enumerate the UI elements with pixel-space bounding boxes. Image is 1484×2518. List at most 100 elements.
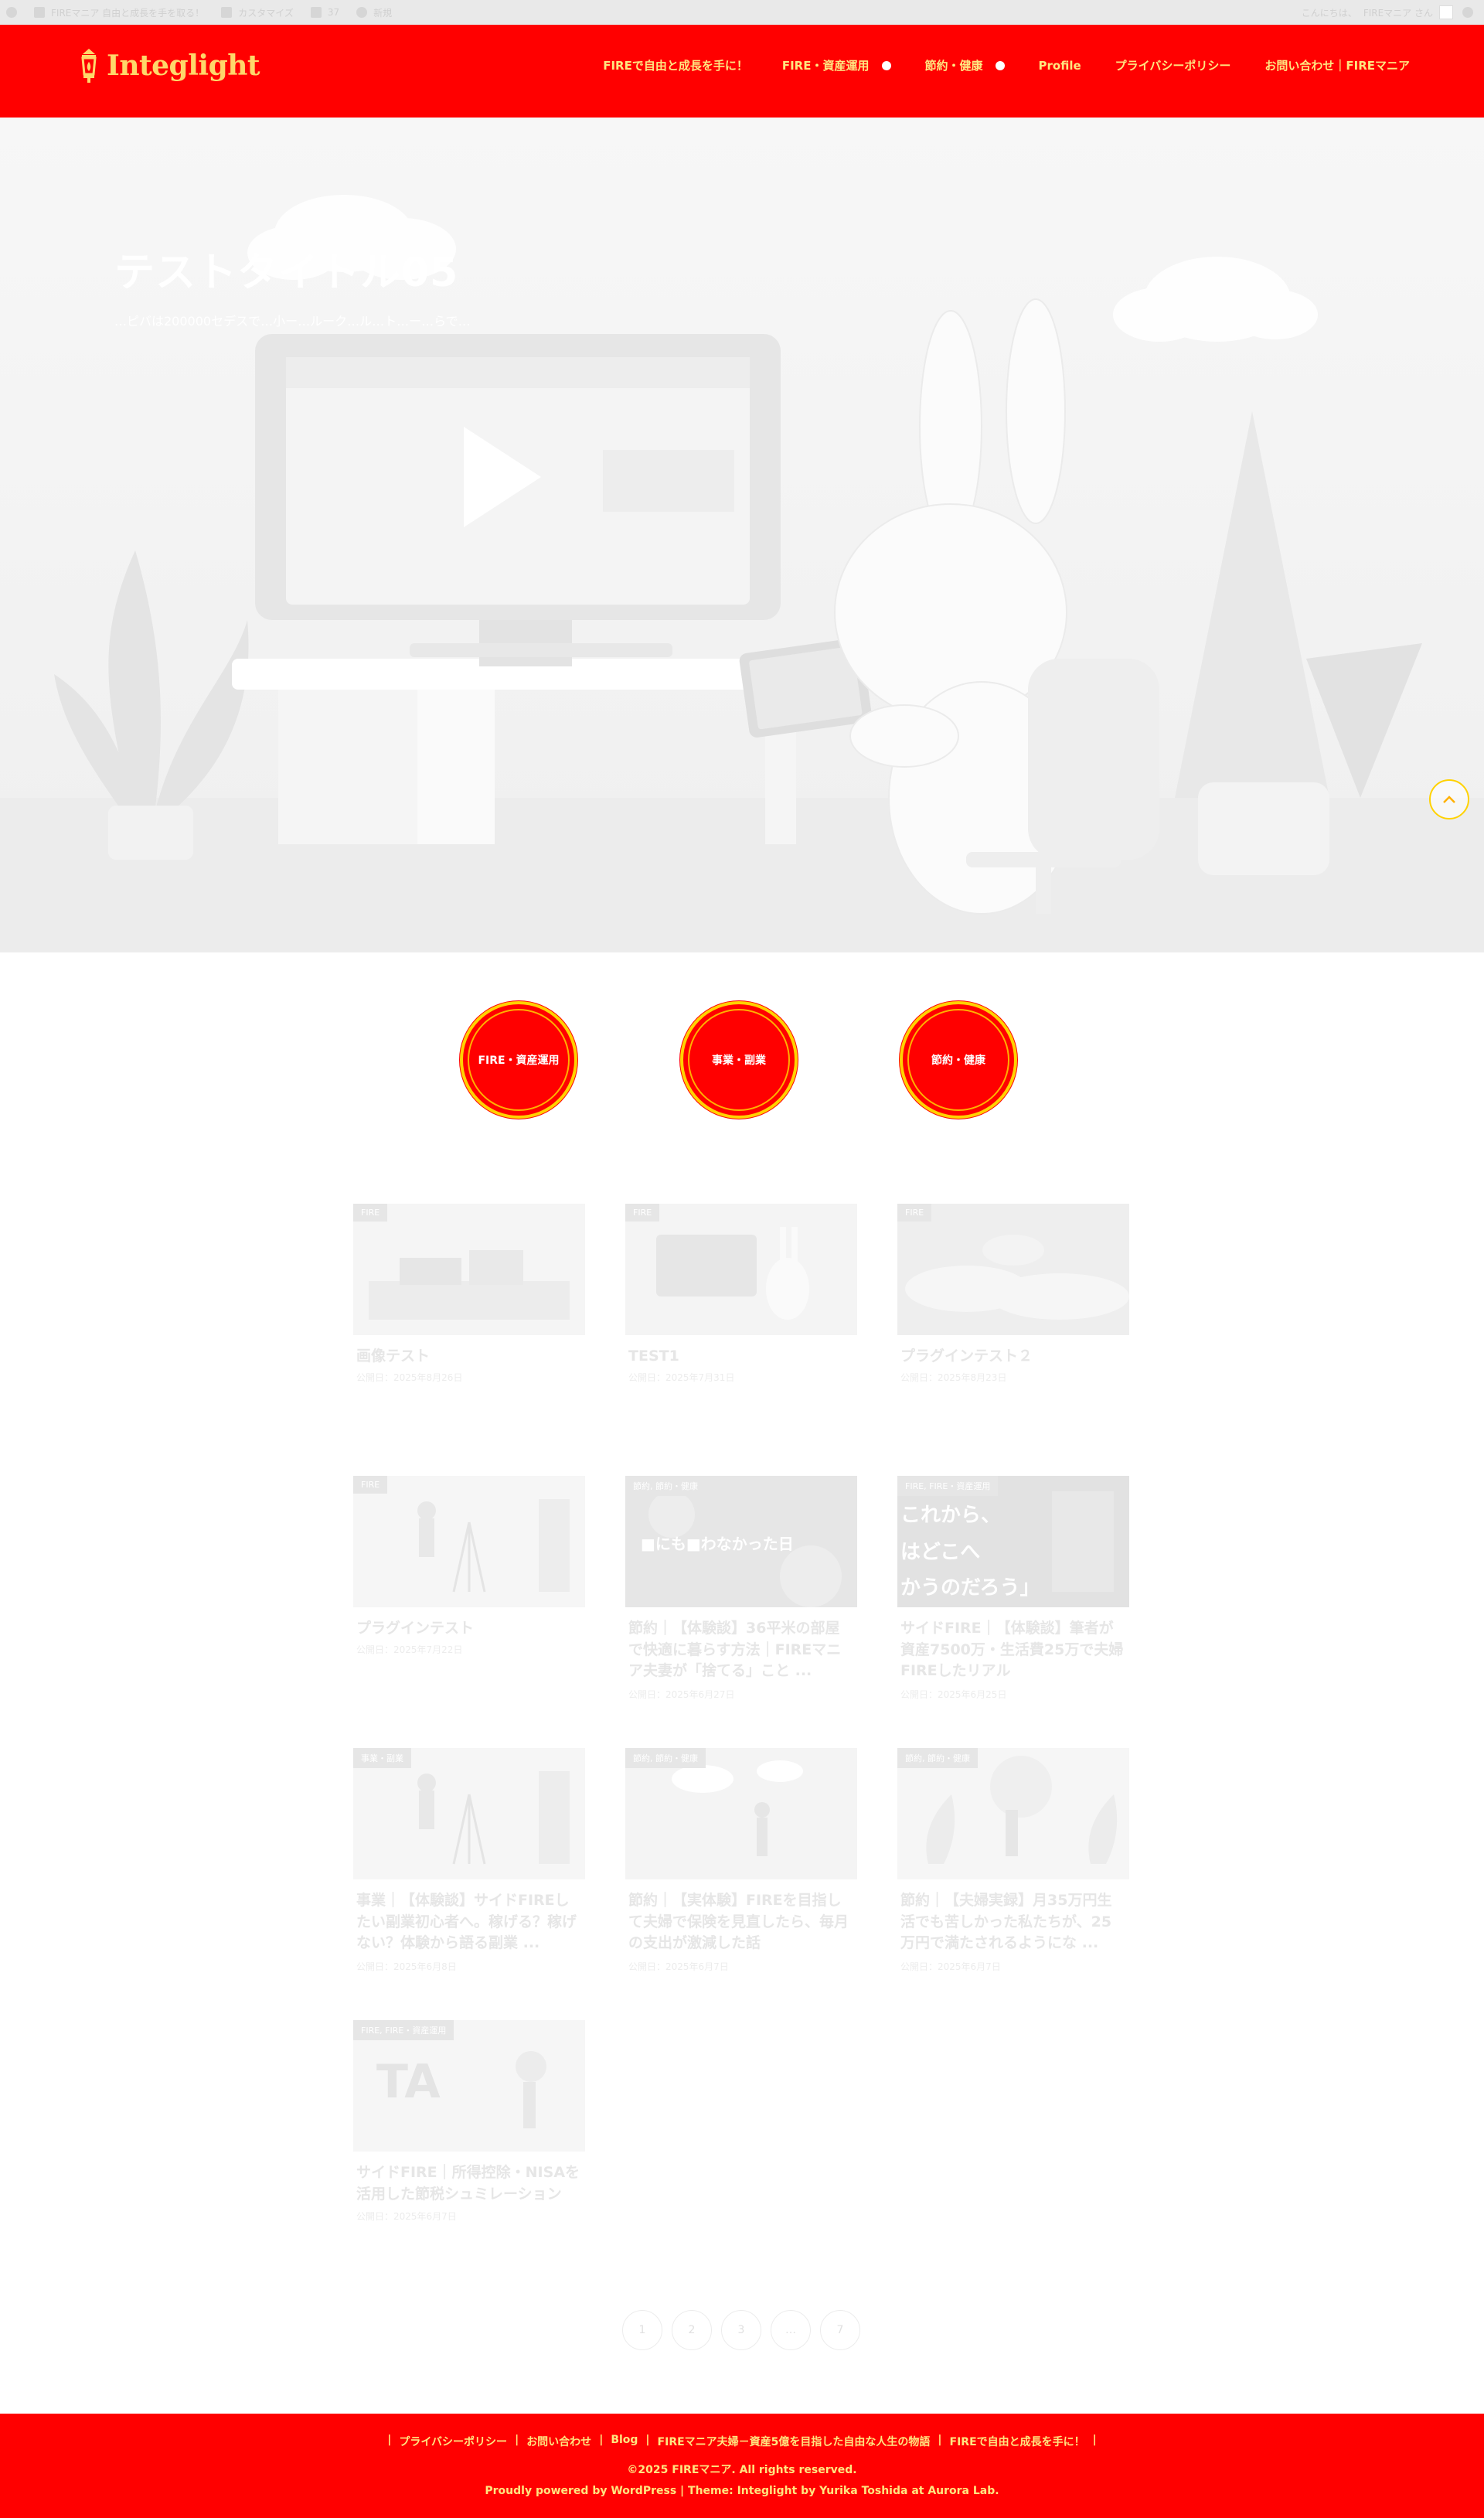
post-title: TEST1 bbox=[628, 1348, 679, 1365]
thumb-image bbox=[353, 1204, 585, 1335]
thumb-caption: これから、 bbox=[900, 1504, 1002, 1527]
thumb-caption: はどこへ bbox=[900, 1541, 981, 1564]
post-card[interactable]: 節約, 節約・健康 節約｜【実体験】FIREを目指して夫婦で保険を見直したら、毎… bbox=[624, 1746, 859, 1986]
category-fire-assets[interactable]: FIRE・資産運用 bbox=[460, 1001, 577, 1119]
post-card[interactable]: 事業・副業 事業｜【体験談】サイドFIREしたい副業初心者へ。稼げる？稼げない？… bbox=[352, 1746, 587, 1986]
category-circles: FIRE・資産運用 事業・副業 節約・健康 bbox=[0, 1001, 1484, 1120]
page-link-2[interactable]: 2 bbox=[672, 2310, 712, 2350]
post-title: サイドFIRE｜所得控除・NISAを活用した節税シュミレーション bbox=[356, 2164, 580, 2203]
brush-icon bbox=[221, 7, 233, 18]
pagination: 1 2 3 … 7 bbox=[622, 2310, 860, 2350]
footer-link-contact[interactable]: お問い合わせ bbox=[526, 2434, 591, 2449]
category-badge: FIRE, FIRE・資産運用 bbox=[897, 1476, 999, 1496]
thumb-caption: ■にも■わなかった日 bbox=[641, 1535, 794, 1553]
post-card[interactable]: FIRE プラグインテスト２ 公開日：2025年8月23日 bbox=[896, 1202, 1131, 1442]
avatar bbox=[1439, 5, 1453, 19]
post-thumbnail: 節約, 節約・健康 bbox=[897, 1748, 1129, 1879]
page-link-3[interactable]: 3 bbox=[721, 2310, 761, 2350]
footer-link-story[interactable]: FIREマニア夫婦－資産5億を目指した自由な人生の物語 bbox=[658, 2434, 931, 2449]
hero-title[interactable]: テストタイトル05 bbox=[114, 240, 458, 298]
footer-separator: | bbox=[938, 2434, 942, 2446]
post-title: 画像テスト bbox=[356, 1348, 431, 1365]
post-card[interactable]: 節約, 節約・健康 ■にも■わなかった日 節約｜【体験談】36平米の部屋で快適に… bbox=[624, 1474, 859, 1714]
post-date: 公開日：2025年6月25日 bbox=[900, 1689, 1007, 1700]
post-card[interactable]: FIRE TEST1 公開日：2025年7月31日 bbox=[624, 1202, 859, 1442]
category-badge: FIRE bbox=[625, 1204, 660, 1222]
home-icon bbox=[34, 7, 45, 18]
footer-separator: | bbox=[645, 2434, 650, 2446]
category-badge: FIRE, FIRE・資産運用 bbox=[353, 2020, 454, 2040]
admin-new[interactable]: 新規 bbox=[356, 6, 392, 19]
nav-item-privacy[interactable]: プライバシーポリシー bbox=[1115, 57, 1231, 73]
post-card[interactable]: FIRE 画像テスト 公開日：2025年8月26日 bbox=[352, 1202, 587, 1442]
category-business-side-job[interactable]: 事業・副業 bbox=[680, 1001, 798, 1119]
nav-item-contact[interactable]: お問い合わせ｜FIREマニア bbox=[1264, 57, 1410, 73]
admin-account[interactable]: こんにちは、 FIREマニア さん bbox=[1302, 5, 1453, 19]
logo-text: Integlight bbox=[107, 49, 260, 82]
admin-comments[interactable]: 37 bbox=[310, 7, 339, 18]
post-date: 公開日：2025年7月22日 bbox=[356, 1644, 463, 1655]
submenu-toggle-icon[interactable] bbox=[881, 60, 891, 70]
footer-link-privacy[interactable]: プライバシーポリシー bbox=[399, 2434, 507, 2449]
nav-item-fire-assets[interactable]: FIRE・資産運用 bbox=[782, 57, 891, 73]
admin-bar: FIREマニア 自由と成長を手を取る！ カスタマイズ 37 新規 こんにちは、 F… bbox=[0, 0, 1484, 25]
page-link-1[interactable]: 1 bbox=[622, 2310, 662, 2350]
category-badge: 事業・副業 bbox=[353, 1748, 411, 1768]
comment-icon bbox=[310, 7, 322, 18]
nav-item-profile[interactable]: Profile bbox=[1039, 59, 1081, 73]
footer-separator: | bbox=[1092, 2434, 1097, 2446]
category-badge: 節約, 節約・健康 bbox=[625, 1476, 706, 1496]
post-date: 公開日：2025年6月7日 bbox=[900, 1961, 1001, 1972]
lantern-icon bbox=[81, 49, 97, 83]
thumb-caption: かうのだろう」 bbox=[900, 1576, 1040, 1600]
category-badge: FIRE bbox=[353, 1476, 388, 1494]
thumb-image bbox=[625, 1204, 857, 1335]
nav-item-fire-home[interactable]: FIREで自由と成長を手に！ bbox=[603, 57, 748, 73]
post-thumbnail: FIRE, FIRE・資産運用 これから、 はどこへ かうのだろう」 bbox=[897, 1476, 1129, 1607]
post-title: プラグインテスト bbox=[356, 1620, 475, 1637]
powered-by: Proudly powered by WordPress | Theme: In… bbox=[485, 2485, 999, 2497]
admin-customize[interactable]: カスタマイズ bbox=[221, 6, 294, 19]
submenu-toggle-icon[interactable] bbox=[995, 60, 1005, 70]
admin-search[interactable] bbox=[1462, 7, 1473, 18]
post-thumbnail: 節約, 節約・健康 ■にも■わなかった日 bbox=[625, 1476, 857, 1607]
admin-site-name[interactable]: FIREマニア 自由と成長を手を取る！ bbox=[34, 6, 204, 19]
footer-separator: | bbox=[515, 2434, 519, 2446]
scroll-to-top-button[interactable] bbox=[1429, 779, 1469, 819]
category-badge: FIRE bbox=[353, 1204, 388, 1222]
post-title: 節約｜【体験談】36平米の部屋で快適に暮らす方法｜FIREマニア夫妻が「捨てる」… bbox=[628, 1620, 842, 1680]
page-link-7[interactable]: 7 bbox=[820, 2310, 860, 2350]
post-date: 公開日：2025年8月26日 bbox=[356, 1372, 463, 1383]
footer-link-blog[interactable]: Blog bbox=[611, 2434, 638, 2449]
post-thumbnail: 節約, 節約・健康 bbox=[625, 1748, 857, 1879]
site-header: Integlight FIREで自由と成長を手に！ FIRE・資産運用 節約・健… bbox=[0, 25, 1484, 118]
chevron-up-icon bbox=[1443, 796, 1455, 803]
post-title: 節約｜【夫婦実録】月35万円生活でも苦しかった私たちが、25万円で満たされるよう… bbox=[900, 1892, 1112, 1952]
post-card[interactable]: TA FIRE, FIRE・資産運用 サイドFIRE｜所得控除・NISAを活用し… bbox=[352, 2019, 587, 2258]
thumb-image bbox=[897, 1204, 1129, 1335]
wordpress-logo[interactable] bbox=[6, 7, 17, 18]
post-thumbnail: FIRE bbox=[625, 1204, 857, 1335]
site-logo[interactable]: Integlight bbox=[77, 48, 260, 83]
post-date: 公開日：2025年6月7日 bbox=[356, 2211, 457, 2222]
thumb-image bbox=[353, 1476, 585, 1607]
post-thumbnail: TA FIRE, FIRE・資産運用 bbox=[353, 2020, 585, 2152]
nav-item-saving-health[interactable]: 節約・健康 bbox=[925, 57, 1005, 73]
post-date: 公開日：2025年6月8日 bbox=[356, 1961, 457, 1972]
post-card[interactable]: FIRE, FIRE・資産運用 これから、 はどこへ かうのだろう」 サイドFI… bbox=[896, 1474, 1131, 1714]
page-ellipsis: … bbox=[771, 2310, 811, 2350]
post-thumbnail: FIRE bbox=[897, 1204, 1129, 1335]
post-thumbnail: 事業・副業 bbox=[353, 1748, 585, 1879]
post-thumbnail: FIRE bbox=[353, 1204, 585, 1335]
post-card[interactable]: FIRE プラグインテスト 公開日：2025年7月22日 bbox=[352, 1474, 587, 1714]
post-card[interactable]: 節約, 節約・健康 節約｜【夫婦実録】月35万円生活でも苦しかった私たちが、25… bbox=[896, 1746, 1131, 1986]
hero-subtitle: …ピバは200000セデスで…小ー…ルーク…ル…ト…ー…らで… bbox=[114, 314, 471, 329]
post-title: 事業｜【体験談】サイドFIREしたい副業初心者へ。稼げる？稼げない？体験から語る… bbox=[356, 1892, 577, 1952]
category-badge: 節約, 節約・健康 bbox=[625, 1748, 706, 1768]
footer-link-fire-home[interactable]: FIREで自由と成長を手に！ bbox=[950, 2434, 1085, 2449]
footer-separator: | bbox=[599, 2434, 604, 2446]
post-date: 公開日：2025年8月23日 bbox=[900, 1372, 1007, 1383]
category-badge: FIRE bbox=[897, 1204, 932, 1222]
wordpress-icon bbox=[6, 7, 17, 18]
category-saving-health[interactable]: 節約・健康 bbox=[900, 1001, 1017, 1119]
